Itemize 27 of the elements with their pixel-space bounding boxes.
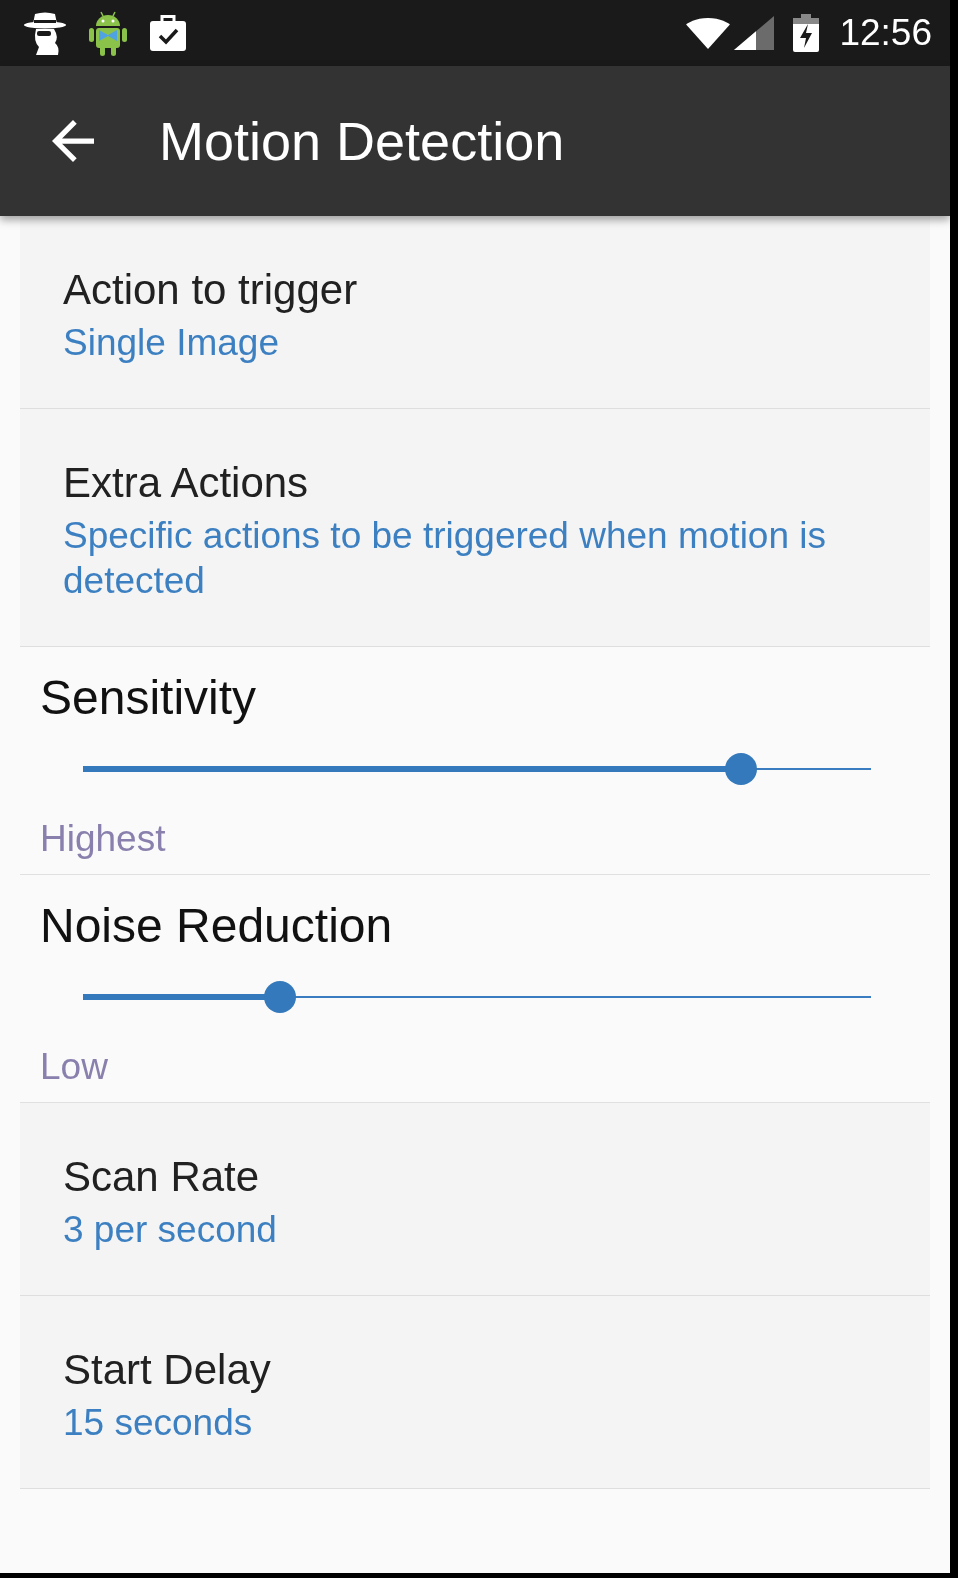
preference-title: Start Delay xyxy=(63,1345,271,1395)
preference-item[interactable]: Action to trigger Single Image xyxy=(20,216,930,409)
preference-title: Scan Rate xyxy=(63,1152,260,1202)
briefcase-check-icon xyxy=(148,13,188,53)
preference-summary: 15 seconds xyxy=(63,1401,253,1445)
preference-title: Action to trigger xyxy=(63,265,358,315)
preference-title: Extra Actions xyxy=(63,458,309,508)
preference-summary: Single Image xyxy=(63,321,279,365)
preference-item[interactable]: Start Delay 15 seconds xyxy=(20,1296,930,1489)
back-icon xyxy=(52,120,94,162)
slider-value-label: Highest xyxy=(40,817,166,861)
slider-value-label: Low xyxy=(40,1045,108,1089)
preference-summary: Specific actions to be triggered when motion is detected xyxy=(63,514,828,603)
wifi-icon xyxy=(686,17,731,49)
slider-thumb[interactable] xyxy=(724,753,757,785)
signal-icon xyxy=(734,16,775,50)
preference-item[interactable]: Scan Rate 3 per second xyxy=(20,1103,930,1296)
clock-time: 12:56 xyxy=(839,11,932,55)
screen-title: Motion Detection xyxy=(159,110,565,173)
preference-summary: 3 per second xyxy=(63,1208,277,1252)
slider-title: Noise Reduction xyxy=(40,898,393,954)
robot-icon xyxy=(88,10,128,56)
slider-thumb[interactable] xyxy=(264,981,296,1013)
slider-title: Sensitivity xyxy=(40,670,257,726)
battery-charging-icon xyxy=(793,14,820,52)
preference-item[interactable]: Extra Actions Specific actions to be triggered when motion is detected xyxy=(20,409,930,647)
hat-figure-icon xyxy=(22,11,68,55)
